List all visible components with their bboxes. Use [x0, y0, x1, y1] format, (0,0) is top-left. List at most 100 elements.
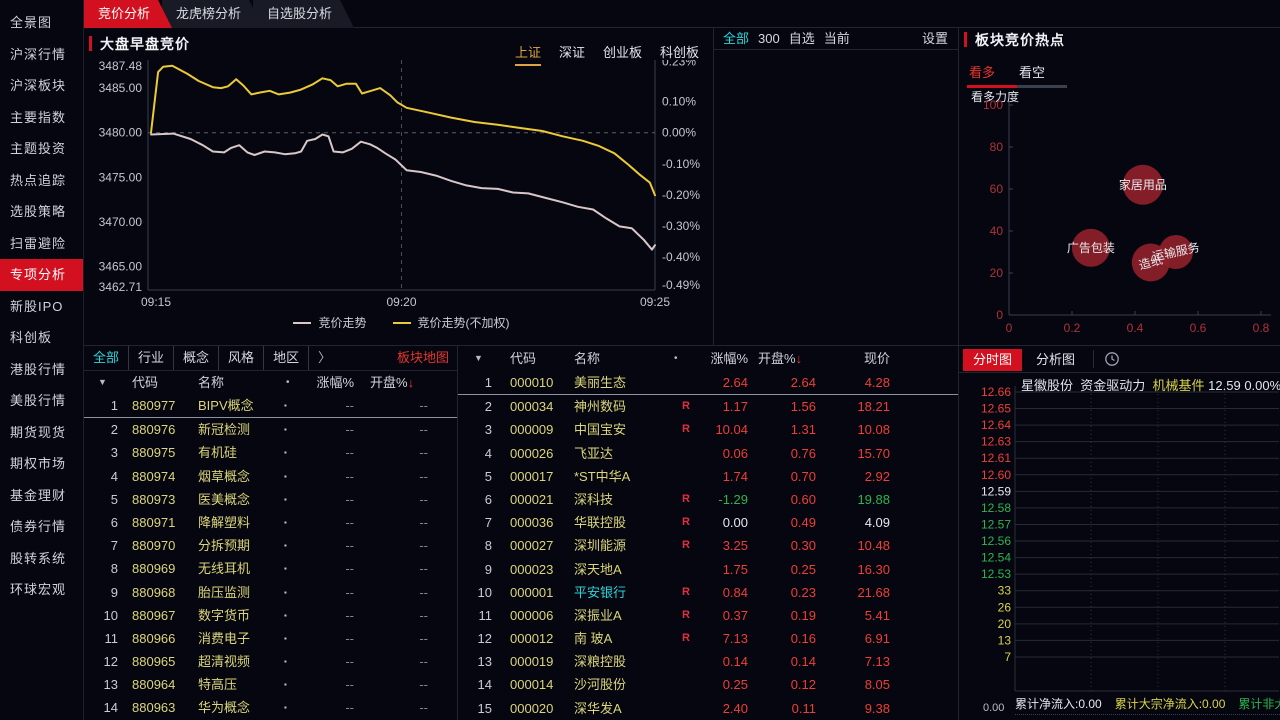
sidebar-item-17[interactable]: 债券行情	[0, 511, 83, 543]
sector-row-880967[interactable]: 10880967数字货币▪----	[84, 604, 457, 627]
minichart-tab-1[interactable]: 分时图	[963, 349, 1022, 371]
sector-row-880976[interactable]: 2880976新冠检测▪----	[84, 418, 457, 441]
sidebar-item-9[interactable]: 专项分析	[0, 259, 83, 291]
sector-map-link[interactable]: 板块地图	[397, 346, 449, 370]
stock-name[interactable]: 深圳能源	[574, 534, 626, 557]
history-clock-button[interactable]	[1093, 350, 1130, 368]
sector-row-880975[interactable]: 3880975有机硅▪----	[84, 441, 457, 464]
sidebar-item-13[interactable]: 美股行情	[0, 385, 83, 417]
stock-name[interactable]: 深天地A	[574, 558, 622, 581]
sector-row-880968[interactable]: 9880968胎压监测▪----	[84, 581, 457, 604]
sidebar-item-12[interactable]: 港股行情	[0, 354, 83, 386]
stock-name[interactable]: 深粮控股	[574, 650, 626, 673]
sector-tab-4[interactable]: 风格	[219, 346, 264, 370]
stock-name[interactable]: 深振业A	[574, 604, 622, 627]
sidebar-item-19[interactable]: 环球宏观	[0, 574, 83, 606]
sector-row-880964[interactable]: 13880964特高压▪----	[84, 673, 457, 696]
hotspot-tab-1[interactable]: 看多	[967, 60, 1017, 88]
sidebar-item-1[interactable]: 全景图	[0, 7, 83, 39]
sector-row-880969[interactable]: 8880969无线耳机▪----	[84, 557, 457, 580]
stock-name[interactable]: 沙河股份	[574, 673, 626, 696]
watch-filter-all[interactable]: 全部	[723, 31, 749, 46]
stock-row-000027[interactable]: 8000027深圳能源R3.250.3010.48	[458, 534, 958, 557]
sector-row-880971[interactable]: 6880971降解塑料▪----	[84, 511, 457, 534]
sidebar-item-7[interactable]: 选股策略	[0, 196, 83, 228]
sidebar-item-6[interactable]: 热点追踪	[0, 165, 83, 197]
stock-code: 000014	[510, 673, 553, 696]
sidebar-item-16[interactable]: 基金理财	[0, 480, 83, 512]
sidebar-item-15[interactable]: 期权市场	[0, 448, 83, 480]
x-axis-label: 09:20	[386, 295, 416, 309]
stock-pct: -1.29	[658, 488, 748, 511]
stock-name[interactable]: 平安银行	[574, 581, 626, 604]
settings-button[interactable]: 设置	[922, 28, 948, 50]
stock-code: 000012	[510, 627, 553, 650]
mini-y-label: 12.61	[981, 451, 1011, 465]
sector-row-880974[interactable]: 4880974烟草概念▪----	[84, 465, 457, 488]
sidebar-item-2[interactable]: 沪深行情	[0, 39, 83, 71]
stock-row-000020[interactable]: 15000020深华发A2.400.119.38	[458, 697, 958, 720]
stock-row-000001[interactable]: 10000001平安银行R0.840.2321.68	[458, 581, 958, 604]
sector-row-880966[interactable]: 11880966消费电子▪----	[84, 627, 457, 650]
stock-row-000036[interactable]: 7000036华联控股R0.000.494.09	[458, 511, 958, 534]
row-number: 13	[84, 673, 118, 696]
stock-name[interactable]: 神州数码	[574, 395, 626, 418]
stock-name[interactable]: 飞亚达	[574, 442, 613, 465]
sidebar-item-10[interactable]: 新股IPO	[0, 291, 83, 323]
minichart-tab-2[interactable]: 分析图	[1026, 349, 1085, 371]
stock-row-000026[interactable]: 4000026飞亚达0.060.7615.70	[458, 442, 958, 465]
more-tabs-chevron[interactable]: 〉	[309, 346, 340, 370]
row-number: 6	[84, 511, 118, 534]
stock-row-000021[interactable]: 6000021深科技R-1.290.6019.88	[458, 488, 958, 511]
sector-row-880970[interactable]: 7880970分拆预期▪----	[84, 534, 457, 557]
sector-row-880973[interactable]: 5880973医美概念▪----	[84, 488, 457, 511]
col-header-open[interactable]: 开盘%↓	[370, 371, 414, 394]
dropdown-icon[interactable]: ▼	[98, 371, 107, 394]
stock-name[interactable]: 深华发A	[574, 697, 622, 720]
sidebar-item-8[interactable]: 扫雷避险	[0, 228, 83, 260]
sidebar-item-14[interactable]: 期货现货	[0, 417, 83, 449]
stock-row-000034[interactable]: 2000034神州数码R1.171.5618.21	[458, 395, 958, 418]
sidebar-item-18[interactable]: 股转系统	[0, 543, 83, 575]
stock-row-000017[interactable]: 5000017*ST中华A1.740.702.92	[458, 465, 958, 488]
stock-name[interactable]: 深科技	[574, 488, 613, 511]
sector-row-880965[interactable]: 12880965超清视频▪----	[84, 650, 457, 673]
sidebar-item-4[interactable]: 主要指数	[0, 102, 83, 134]
stock-row-000010[interactable]: 1000010美丽生态2.642.644.28	[458, 371, 958, 395]
row-number: 8	[462, 534, 492, 557]
sector-tab-1[interactable]: 全部	[84, 346, 129, 370]
top-tab-3[interactable]: 自选股分析	[253, 0, 354, 28]
sector-tab-3[interactable]: 概念	[174, 346, 219, 370]
stock-name[interactable]: *ST中华A	[574, 465, 630, 488]
sector-name: 消费电子	[198, 627, 250, 650]
sidebar-item-11[interactable]: 科创板	[0, 322, 83, 354]
sidebar-item-3[interactable]: 沪深板块	[0, 70, 83, 102]
watch-filter-watchlist[interactable]: 自选	[789, 31, 815, 46]
stock-name[interactable]: 华联控股	[574, 511, 626, 534]
sector-tab-5[interactable]: 地区	[264, 346, 309, 370]
watch-filter-current[interactable]: 当前	[824, 31, 850, 46]
stock-name[interactable]: 中国宝安	[574, 418, 626, 441]
stock-name[interactable]: 美丽生态	[574, 371, 626, 394]
stock-row-000023[interactable]: 9000023深天地A1.750.2516.30	[458, 558, 958, 581]
col-header-pct[interactable]: 涨幅%	[294, 371, 354, 394]
top-tab-2[interactable]: 龙虎榜分析	[162, 0, 263, 28]
stock-row-000009[interactable]: 3000009中国宝安R10.041.3110.08	[458, 418, 958, 441]
stock-row-000006[interactable]: 11000006深振业AR0.370.195.41	[458, 604, 958, 627]
sector-row-880977[interactable]: 1880977BIPV概念▪----	[84, 394, 457, 418]
trading-terminal: 全景图沪深行情沪深板块主要指数主题投资热点追踪选股策略扫雷避险专项分析新股IPO…	[0, 0, 1280, 720]
stock-row-000019[interactable]: 13000019深粮控股0.140.147.13	[458, 650, 958, 673]
dropdown-icon[interactable]: ▼	[474, 346, 483, 371]
col-header-pct[interactable]: 涨幅%	[658, 346, 748, 371]
sector-tab-2[interactable]: 行业	[129, 346, 174, 370]
sidebar-item-5[interactable]: 主题投资	[0, 133, 83, 165]
stock-row-000012[interactable]: 12000012南 玻AR7.130.166.91	[458, 627, 958, 650]
hotspot-panel: 板块竞价热点 看多看空 看多力度 10080604020000.20.40.60…	[959, 28, 1280, 345]
hotspot-tab-2[interactable]: 看空	[1017, 60, 1067, 88]
col-header-price[interactable]: 现价	[828, 346, 890, 371]
top-tab-1[interactable]: 竞价分析	[84, 0, 172, 28]
sector-row-880963[interactable]: 14880963华为概念▪----	[84, 696, 457, 719]
stock-row-000014[interactable]: 14000014沙河股份0.250.128.05	[458, 673, 958, 696]
col-header-open[interactable]: 开盘%↓	[758, 346, 802, 371]
stock-name[interactable]: 南 玻A	[574, 627, 612, 650]
